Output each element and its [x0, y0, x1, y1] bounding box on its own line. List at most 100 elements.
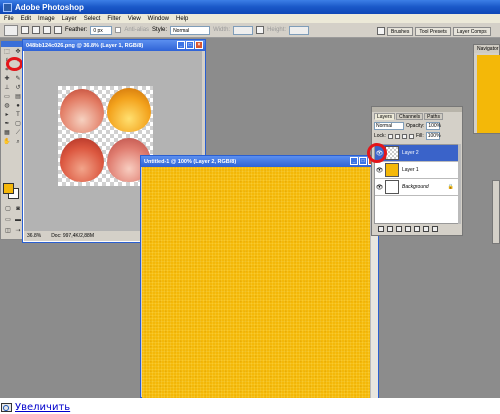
screen-mode-standard-icon[interactable]: ▭: [3, 216, 13, 224]
close-icon[interactable]: ×: [195, 41, 203, 49]
doc1-window-controls: _ □ ×: [177, 41, 203, 49]
style-label: Style:: [152, 27, 168, 33]
layer-thumbnail: [385, 163, 399, 177]
menu-bar: File Edit Image Layer Select Filter View…: [0, 14, 500, 23]
blur-tool-icon[interactable]: ◍: [2, 102, 12, 110]
eye-icon[interactable]: 👁: [375, 184, 384, 191]
intersect-selection-icon[interactable]: [54, 26, 62, 34]
layer-mask-icon[interactable]: [396, 225, 402, 232]
hand-tool-icon[interactable]: ✋: [2, 138, 12, 146]
tab-paths[interactable]: Paths: [424, 113, 443, 120]
layer-style-icon[interactable]: [387, 225, 393, 232]
height-input[interactable]: [289, 25, 310, 35]
new-fill-layer-icon[interactable]: [405, 225, 411, 232]
trash-icon[interactable]: [432, 225, 438, 232]
antialias-label: Anti-alias: [124, 27, 150, 33]
title-bar: Adobe Photoshop: [0, 0, 500, 14]
marquee-tool-preset-icon[interactable]: [4, 24, 18, 36]
opacity-input[interactable]: 100%: [426, 122, 441, 130]
subtract-selection-icon[interactable]: [43, 26, 51, 34]
doc1-zoom-level[interactable]: 36.8%: [27, 233, 41, 239]
path-selection-tool-icon[interactable]: ▸: [2, 111, 12, 119]
brushes-tab[interactable]: Brushes: [387, 27, 414, 36]
menu-edit[interactable]: Edit: [21, 16, 31, 22]
layer-name: Background: [402, 184, 429, 190]
lock-position-icon[interactable]: [401, 133, 407, 139]
doc2-title-bar[interactable]: Untitled-1 @ 100% (Layer 2, RGB/8) _ □ ×: [141, 156, 378, 167]
clone-stamp-tool-icon[interactable]: ⊥: [2, 84, 12, 92]
marquee-tool-icon[interactable]: ⬚: [2, 48, 12, 56]
healing-brush-tool-icon[interactable]: ✚: [2, 75, 12, 83]
blend-mode-select[interactable]: Normal: [374, 122, 404, 130]
add-selection-icon[interactable]: [32, 26, 40, 34]
fill-label: Fill:: [415, 133, 424, 139]
style-select[interactable]: Normal: [170, 25, 211, 35]
tab-layers[interactable]: Layers: [374, 113, 396, 120]
maximize-icon[interactable]: □: [186, 41, 194, 49]
lock-image-icon[interactable]: [394, 133, 400, 139]
menu-select[interactable]: Select: [84, 16, 101, 22]
tab-channels[interactable]: Channels: [396, 113, 424, 120]
eye-icon[interactable]: 👁: [375, 167, 384, 174]
notes-tool-icon[interactable]: ▦: [2, 129, 12, 137]
layer-row-background[interactable]: 👁 Background 🔒: [375, 179, 458, 196]
layer-name: Layer 2: [402, 150, 419, 156]
layers-scrollbar[interactable]: [458, 144, 461, 224]
menu-filter[interactable]: Filter: [107, 16, 120, 22]
lock-all-icon[interactable]: [408, 133, 414, 139]
new-layer-icon[interactable]: [423, 225, 429, 232]
menu-file[interactable]: File: [4, 16, 14, 22]
layer-row-layer-1[interactable]: 👁 Layer 1: [375, 162, 458, 179]
navigator-thumbnail[interactable]: [477, 55, 500, 133]
new-group-icon[interactable]: [414, 225, 420, 232]
menu-layer[interactable]: Layer: [62, 16, 77, 22]
highlight-circle-move-tool: [6, 57, 23, 71]
feather-input[interactable]: 0 px: [90, 25, 113, 35]
palette-well: Brushes Tool Presets Layer Comps: [377, 27, 491, 36]
palette-well-icon[interactable]: [377, 27, 385, 35]
enlarge-link[interactable]: Увеличить: [15, 402, 70, 413]
new-selection-icon[interactable]: [21, 26, 29, 34]
side-palette-collapsed[interactable]: [492, 180, 500, 244]
layers-panel-tabs: Layers Channels Paths: [372, 112, 462, 121]
magnifier-icon[interactable]: [1, 402, 12, 412]
shells-image: [58, 86, 153, 186]
shell-image-3: [60, 138, 104, 182]
link-layers-icon[interactable]: [378, 225, 384, 232]
photoshop-app-icon: [3, 2, 12, 12]
minimize-icon[interactable]: _: [177, 41, 185, 49]
screen-mode-menu-icon[interactable]: ◫: [3, 227, 13, 235]
photoshop-window: Adobe Photoshop File Edit Image Layer Se…: [0, 0, 500, 398]
foreground-color-swatch[interactable]: [3, 183, 14, 194]
menu-view[interactable]: View: [128, 16, 141, 22]
standard-mode-icon[interactable]: ▢: [3, 205, 13, 213]
lock-transparent-icon[interactable]: [387, 133, 393, 139]
shell-image-1: [60, 89, 104, 133]
navigator-title[interactable]: Navigator: [474, 45, 499, 53]
layer-row-layer-2[interactable]: 👁 Layer 2: [375, 145, 458, 162]
width-input[interactable]: [233, 25, 254, 35]
swap-dimensions-icon[interactable]: [256, 26, 265, 34]
lock-fill-row: Lock: Fill: 100%: [372, 131, 462, 141]
layer-comps-tab[interactable]: Layer Comps: [452, 27, 491, 36]
eraser-tool-icon[interactable]: ▭: [2, 93, 12, 101]
antialias-checkbox[interactable]: [115, 27, 122, 33]
highlight-circle-layer-eye: [367, 143, 387, 163]
opacity-label: Opacity:: [406, 123, 425, 129]
tool-presets-tab[interactable]: Tool Presets: [415, 27, 451, 36]
pen-tool-icon[interactable]: ✒: [2, 120, 12, 128]
menu-window[interactable]: Window: [148, 16, 169, 22]
lock-icon: 🔒: [447, 184, 454, 190]
fill-input[interactable]: 100%: [425, 132, 441, 140]
doc2-canvas-yellow[interactable]: [142, 167, 370, 398]
maximize-icon[interactable]: □: [359, 157, 367, 165]
height-label: Height:: [267, 27, 287, 33]
doc2-title: Untitled-1 @ 100% (Layer 2, RGB/8): [144, 158, 237, 165]
minimize-icon[interactable]: _: [350, 157, 358, 165]
menu-help[interactable]: Help: [176, 16, 188, 22]
doc1-title-bar[interactable]: 048bb124c026.png @ 36.8% (Layer 1, RGB/8…: [23, 40, 205, 51]
layer-name: Layer 1: [402, 167, 419, 173]
shell-image-2: [107, 88, 151, 132]
menu-image[interactable]: Image: [38, 16, 55, 22]
document-window-untitled: Untitled-1 @ 100% (Layer 2, RGB/8) _ □ ×: [140, 155, 379, 398]
